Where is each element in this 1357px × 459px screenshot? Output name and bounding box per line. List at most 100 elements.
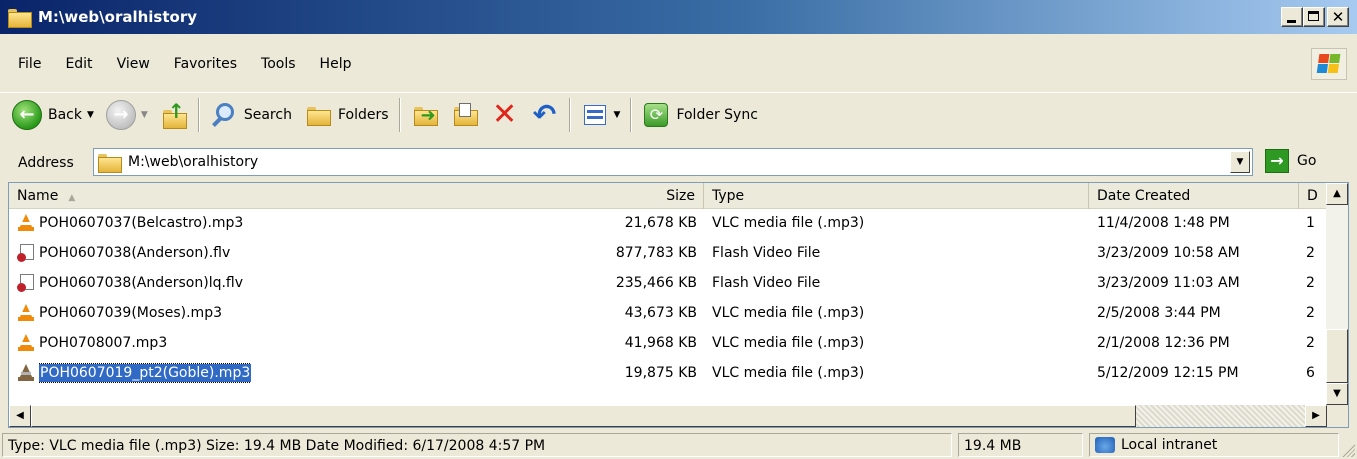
column-truncated-label: D [1307,188,1318,204]
file-name: POH0607019_pt2(Goble).mp3 [39,363,252,383]
scroll-left-button[interactable]: ◀ [9,405,31,427]
file-row[interactable]: POH0607039(Moses).mp3 43,673 KB VLC media … [9,301,1327,325]
file-truncated-column: 2 [1306,275,1315,291]
windows-flag-icon [1316,54,1342,74]
file-row[interactable]: POH0708007.mp3 41,968 KB VLC media file (.… [9,331,1327,355]
go-label: Go [1297,153,1317,169]
toolbar: ← Back ▼ → ▼ ↑ Search Folders ➜ ✕ ↶ ▼ ⟳ … [0,92,1357,136]
file-row[interactable]: POH0607019_pt2(Goble).mp3 19,875 KB VLC me… [9,361,1327,385]
forward-dropdown-icon[interactable]: ▼ [141,110,148,120]
file-size: 19,875 KB [624,365,697,381]
toolbar-separator [630,97,633,132]
go-arrow-icon: → [1265,149,1289,173]
copy-to-button[interactable] [445,97,485,133]
vlc-icon [17,304,35,322]
file-date-created: 2/5/2008 3:44 PM [1097,305,1221,321]
vertical-scrollbar[interactable]: ▲ ▼ [1326,183,1348,405]
back-dropdown-icon[interactable]: ▼ [87,110,94,120]
views-icon [581,101,609,129]
menu-file[interactable]: File [12,56,47,72]
file-date-created: 3/23/2009 10:58 AM [1097,245,1240,261]
horizontal-scrollbar[interactable]: ◀ ▶ [9,405,1327,427]
column-header-name[interactable]: Name ▲ Size [9,183,704,209]
file-truncated-column: 1 [1306,215,1315,231]
column-header-type[interactable]: Type [704,183,1089,209]
address-label: Address [18,154,74,171]
status-size: 19.4 MB [958,433,1083,457]
toolbar-separator [568,97,571,132]
scroll-up-button[interactable]: ▲ [1326,183,1348,205]
address-input[interactable]: M:\web\oralhistory ▼ [93,148,1253,176]
address-dropdown-button[interactable]: ▼ [1230,151,1250,173]
menu-tools[interactable]: Tools [255,56,302,72]
toolbar-separator [197,97,200,132]
scrollbar-corner [1327,405,1348,427]
undo-button[interactable]: ↶ [525,97,565,133]
vertical-scroll-thumb[interactable] [1326,329,1348,383]
file-name: POH0607038(Anderson).flv [39,245,231,261]
file-name: POH0708007.mp3 [39,335,168,351]
status-info: Type: VLC media file (.mp3) Size: 19.4 M… [2,433,952,457]
move-to-icon: ➜ [411,101,439,129]
file-date-created: 2/1/2008 12:36 PM [1097,335,1230,351]
column-header-truncated[interactable]: D [1299,183,1327,209]
folder-sync-icon: ⟳ [642,101,670,129]
file-type: VLC media file (.mp3) [712,365,865,381]
file-type: VLC media file (.mp3) [712,305,865,321]
file-name: POH0607037(Belcastro).mp3 [39,215,244,231]
horizontal-scroll-thumb[interactable] [31,405,1136,427]
menu-help[interactable]: Help [314,56,358,72]
vlc-icon [17,334,35,352]
file-list[interactable]: Name ▲ Size Type Date Created D POH060703… [8,182,1349,428]
folder-icon [8,8,32,28]
copy-to-icon [451,101,479,129]
minimize-button[interactable] [1281,7,1303,27]
go-button[interactable]: → Go [1265,149,1316,173]
column-type-label: Type [712,188,745,204]
views-button[interactable]: ▼ [575,97,627,133]
menu-favorites[interactable]: Favorites [168,56,243,72]
folder-sync-button[interactable]: ⟳ Folder Sync [636,97,763,133]
search-button[interactable]: Search [204,97,298,133]
minimize-icon [1287,20,1296,23]
views-dropdown-icon[interactable]: ▼ [614,110,621,120]
close-icon: ✕ [1331,8,1345,26]
move-to-button[interactable]: ➜ [405,97,445,133]
file-row[interactable]: POH0607037(Belcastro).mp3 21,678 KB VLC me… [9,211,1327,235]
file-row[interactable]: POH0607038(Anderson).flv 877,783 KB Flash … [9,241,1327,265]
forward-arrow-icon: → [105,99,136,130]
column-name-label: Name [17,188,59,204]
resize-grip[interactable] [1341,443,1355,457]
title-bar[interactable]: M:\web\oralhistory ✕ [0,0,1357,34]
back-label: Back [48,106,82,123]
delete-icon: ✕ [491,96,518,132]
delete-button[interactable]: ✕ [485,97,525,133]
window-controls: ✕ [1281,7,1349,27]
address-path: M:\web\oralhistory [128,154,259,170]
folders-button[interactable]: Folders [298,97,395,133]
status-zone: Local intranet [1089,433,1339,457]
back-button[interactable]: ← Back ▼ [6,97,100,133]
close-button[interactable]: ✕ [1327,7,1349,27]
up-folder-button[interactable]: ↑ [154,97,194,133]
file-name-cell: POH0607038(Anderson)lq.flv [39,271,243,295]
file-row[interactable]: POH0607038(Anderson)lq.flv 235,466 KB Flas… [9,271,1327,295]
scroll-right-button[interactable]: ▶ [1305,405,1327,427]
file-truncated-column: 6 [1306,365,1315,381]
file-size: 21,678 KB [624,215,697,231]
column-header-size[interactable]: Size [666,183,695,209]
column-header-date-created[interactable]: Date Created [1089,183,1299,209]
status-zone-label: Local intranet [1121,437,1218,453]
file-type: VLC media file (.mp3) [712,335,865,351]
menu-view[interactable]: View [111,56,156,72]
toolbar-separator [398,97,401,132]
maximize-button[interactable] [1303,7,1325,27]
scroll-down-button[interactable]: ▼ [1326,383,1348,405]
column-date-label: Date Created [1097,188,1191,204]
folders-icon [304,101,332,129]
menu-edit[interactable]: Edit [59,56,98,72]
forward-button[interactable]: → ▼ [100,97,154,133]
file-size: 877,783 KB [615,245,697,261]
file-name-cell: POH0607039(Moses).mp3 [39,301,222,325]
status-bar: Type: VLC media file (.mp3) Size: 19.4 M… [0,430,1357,459]
